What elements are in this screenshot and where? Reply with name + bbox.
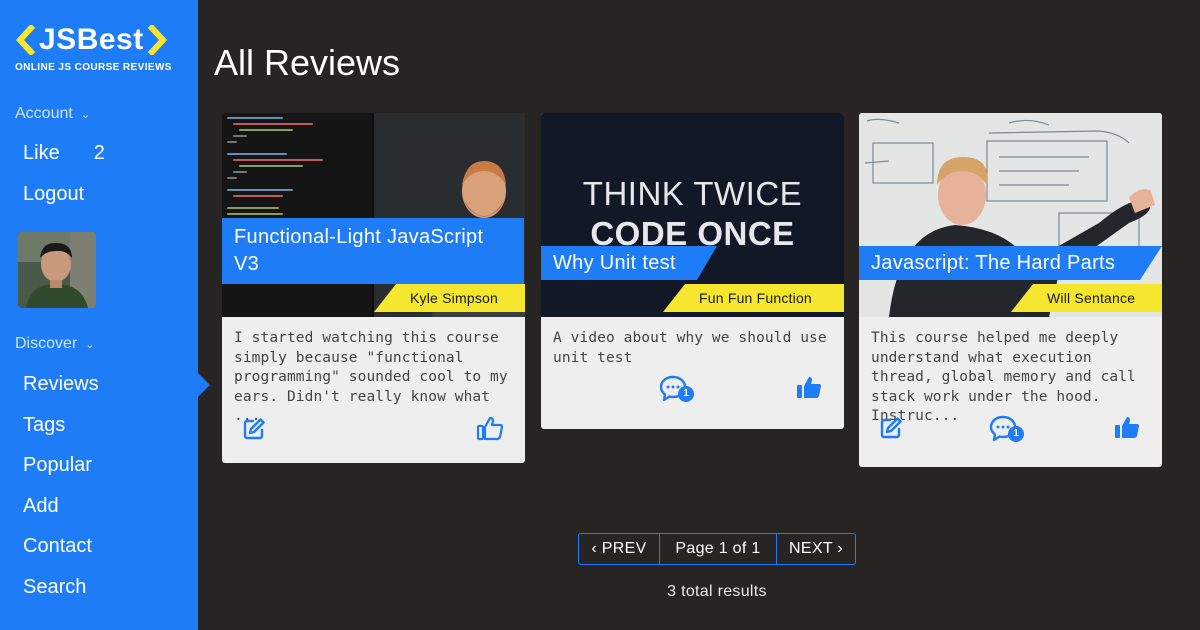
pagination: ‹ PREV Page 1 of 1 NEXT ›: [578, 533, 856, 565]
sidebar-item-label: Popular: [23, 454, 92, 476]
edit-button[interactable]: [242, 417, 266, 441]
review-title-line: Javascript: The Hard Parts: [871, 252, 1116, 274]
avatar[interactable]: [18, 232, 96, 308]
sidebar-item-label: Contact: [23, 535, 92, 557]
author-tag-tail: [374, 284, 396, 312]
review-card[interactable]: THINK TWICE CODE ONCE Why Unit test Fun …: [541, 113, 844, 429]
sidebar-item-like[interactable]: Like 2: [23, 142, 105, 165]
thumbs-up-icon: [476, 416, 504, 441]
review-description: I started watching this course simply be…: [234, 330, 508, 424]
title-banner-tail: [697, 246, 717, 280]
author-tag[interactable]: Fun Fun Function: [685, 284, 844, 312]
chevron-down-icon: ⌄: [80, 108, 91, 121]
review-card[interactable]: Javascript: The Hard Parts Will Sentance…: [859, 113, 1162, 467]
logo[interactable]: JSBest ONLINE JS COURSE REVIEWS: [15, 22, 185, 73]
sidebar-item-label: Logout: [23, 183, 85, 205]
active-nav-indicator: [198, 373, 210, 397]
page-title: All Reviews: [214, 42, 401, 83]
thumbs-up-icon: [797, 377, 821, 398]
like-button[interactable]: [795, 374, 823, 400]
chevron-left-icon: ‹: [591, 540, 602, 557]
thumbs-up-icon: [1115, 417, 1139, 438]
review-thumbnail[interactable]: Javascript: The Hard Parts Will Sentance: [859, 113, 1162, 317]
review-title: Functional-Light JavaScript V3: [222, 218, 524, 284]
sidebar-item-contact[interactable]: Contact: [23, 535, 92, 558]
author-tag-tail: [663, 284, 685, 312]
review-title-line: V3: [234, 253, 260, 275]
sidebar-item-label: Tags: [23, 414, 66, 436]
sidebar-item-search[interactable]: Search: [23, 576, 86, 599]
prev-label: PREV: [601, 540, 647, 557]
total-results: 3 total results: [667, 583, 767, 600]
chevron-down-icon: ⌄: [85, 338, 95, 351]
like-button[interactable]: [476, 415, 504, 441]
sidebar-item-tags[interactable]: Tags: [23, 414, 65, 437]
title-banner-tail: [1140, 246, 1162, 280]
prev-button[interactable]: ‹ PREV: [579, 534, 659, 564]
sidebar-item-popular[interactable]: Popular: [23, 454, 92, 477]
review-title: Why Unit test: [541, 246, 697, 280]
comments-button[interactable]: 1: [659, 375, 695, 403]
edit-icon: [243, 418, 265, 440]
review-title: Javascript: The Hard Parts: [859, 246, 1140, 280]
comment-count: 1: [683, 388, 689, 399]
discover-label: Discover: [15, 335, 78, 352]
next-label: NEXT: [789, 540, 833, 557]
review-description: This course helped me deeply understand …: [871, 330, 1136, 424]
chevron-right-icon: ›: [832, 540, 843, 557]
discover-section-toggle[interactable]: Discover ⌄: [15, 335, 94, 353]
author-tag-tail: [1011, 284, 1033, 312]
comment-count: 1: [1013, 428, 1019, 439]
page-indicator: Page 1 of 1: [659, 534, 776, 564]
next-button[interactable]: NEXT ›: [776, 534, 855, 564]
avatar-image: [18, 232, 96, 308]
sidebar-item-label: Like: [23, 142, 60, 164]
sidebar-item-label: Search: [23, 576, 87, 598]
author-tag[interactable]: Kyle Simpson: [396, 284, 525, 312]
brand-name: JSBest: [39, 23, 144, 56]
sidebar-item-add[interactable]: Add: [23, 495, 59, 518]
comments-button[interactable]: 1: [989, 415, 1025, 443]
review-thumbnail[interactable]: Functional-Light JavaScript V3 Kyle Simp…: [222, 113, 525, 317]
review-card[interactable]: Functional-Light JavaScript V3 Kyle Simp…: [222, 113, 525, 463]
sidebar-item-label: Reviews: [23, 373, 99, 395]
sidebar-item-logout[interactable]: Logout: [23, 183, 84, 206]
account-section-toggle[interactable]: Account ⌄: [15, 105, 90, 123]
edit-icon: [880, 417, 902, 439]
thumbnail-caption: THINK TWICE: [582, 175, 803, 212]
review-description: A video about why we should use unit tes…: [553, 330, 827, 366]
like-count: 2: [93, 142, 105, 164]
review-title-line: Why Unit test: [553, 252, 676, 274]
chevron-left-icon: [15, 25, 35, 55]
review-thumbnail[interactable]: THINK TWICE CODE ONCE Why Unit test Fun …: [541, 113, 844, 317]
account-label: Account: [15, 105, 73, 122]
sidebar-item-reviews[interactable]: Reviews: [23, 373, 99, 396]
edit-button[interactable]: [879, 416, 903, 440]
review-title-line: Functional-Light JavaScript: [234, 226, 484, 248]
author-tag[interactable]: Will Sentance: [1033, 284, 1162, 312]
sidebar: JSBest ONLINE JS COURSE REVIEWS Account …: [0, 0, 198, 630]
brand-tagline: ONLINE JS COURSE REVIEWS: [15, 62, 172, 73]
sidebar-item-label: Add: [23, 495, 59, 517]
like-button[interactable]: [1113, 414, 1141, 440]
chevron-right-icon: [147, 25, 167, 55]
